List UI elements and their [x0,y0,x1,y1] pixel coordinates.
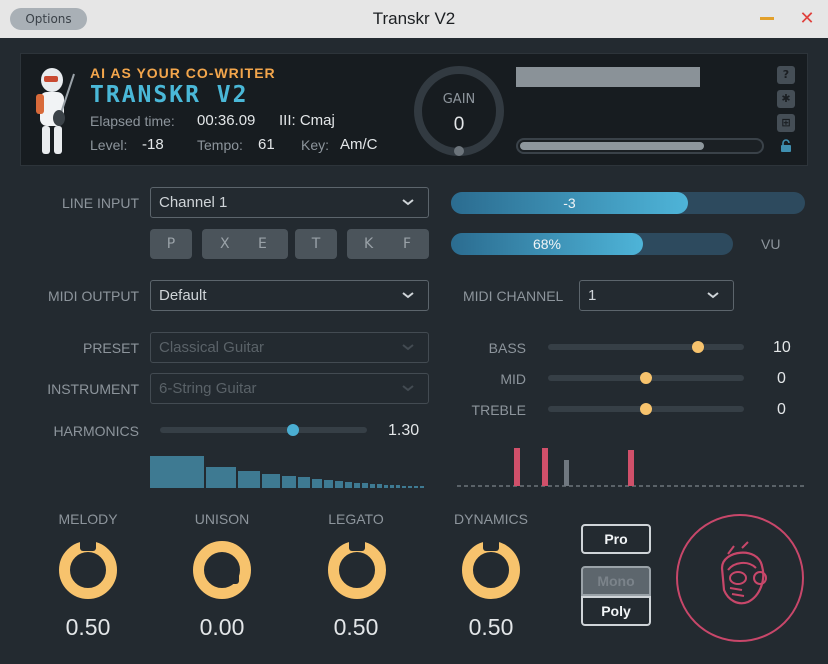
mid-label: MID [500,371,526,387]
legato-knob-notch [349,541,365,551]
note-activity-strip [457,448,805,487]
harmonics-spectrum [150,456,424,488]
unison-value: 0.00 [199,614,245,640]
window-title: Transkr V2 [372,9,456,28]
elapsed-value: 00:36.09 [197,112,256,129]
legato-label: LEGATO [328,511,384,527]
bass-value: 10 [773,339,791,356]
treble-value: 0 [777,401,786,418]
midi-channel-value: 1 [588,287,597,304]
vu-label: VU [761,236,781,252]
meter-top-value: -3 [563,195,576,211]
preset-dropdown[interactable]: Classical Guitar [150,332,429,363]
chevron-down-icon [707,292,719,299]
bass-label: BASS [488,340,526,356]
key-k: K [364,236,374,252]
midi-output-label: MIDI OUTPUT [48,288,139,304]
chevron-down-icon [402,292,414,299]
robot-logo-icon [36,68,75,154]
harmonics-slider[interactable] [160,427,367,433]
unison-label: UNISON [194,511,250,527]
midi-channel-label: MIDI CHANNEL [463,288,564,304]
tempo-value: 61 [258,136,275,153]
midi-output-dropdown[interactable]: Default [150,280,429,311]
help-icon[interactable]: ? [777,66,795,84]
brand-name: TRANSKR V2 [90,82,249,108]
treble-label: TREBLE [471,402,526,418]
line-input-value: Channel 1 [159,194,228,211]
level-label: Level: [90,137,128,153]
instrument-label: INSTRUMENT [47,381,139,397]
display-bar [516,67,700,87]
instrument-value: 6-String Guitar [159,380,257,397]
dynamics-label: DYNAMICS [454,511,528,527]
bass-slider[interactable] [548,344,744,350]
instrument-dropdown[interactable]: 6-String Guitar [150,373,429,404]
tempo-label: Tempo: [197,137,243,153]
tagline: AI AS YOUR CO-WRITER [90,65,276,81]
key-button-t[interactable]: T [295,229,337,259]
bug-icon[interactable]: ✱ [777,90,795,108]
key-f: F [403,236,412,252]
harmonics-label: HARMONICS [53,423,139,439]
chevron-down-icon [402,199,414,206]
gain-indicator [454,146,464,156]
midi-output-value: Default [159,287,207,304]
mono-button[interactable]: Mono [581,566,651,596]
robot-head-icon [720,541,767,605]
pro-button[interactable]: Pro [581,524,651,554]
chevron-down-icon [402,385,414,392]
melody-value: 0.50 [65,614,111,640]
key-label: Key: [301,137,330,153]
progress-fill [520,142,704,150]
poly-button[interactable]: Poly [581,596,651,626]
midi-channel-dropdown[interactable]: 1 [579,280,734,311]
line-input-dropdown[interactable]: Channel 1 [150,187,429,218]
unison-knob-notch [229,570,239,584]
chevron-down-icon [402,344,414,351]
options-button[interactable]: Options [10,8,87,30]
gain-knob[interactable] [414,66,504,156]
key-button-p[interactable]: P [150,229,192,259]
bass-slider-thumb[interactable] [692,341,704,353]
harmonics-value: 1.30 [388,422,420,439]
preset-value: Classical Guitar [159,339,265,356]
line-input-label: LINE INPUT [61,195,139,211]
key-button-kf[interactable]: K F [347,229,429,259]
lock-icon[interactable] [779,139,793,153]
level-value: -18 [142,136,164,153]
unison-knob[interactable] [193,541,251,599]
mid-slider-thumb[interactable] [640,372,652,384]
melody-knob-notch [80,541,96,551]
dynamics-knob-notch [483,541,499,551]
minimize-icon[interactable] [760,17,774,20]
mid-value: 0 [777,370,786,387]
key-value: Am/C [340,136,378,153]
melody-label: MELODY [58,511,118,527]
key-x: X [220,236,230,252]
legato-value: 0.50 [333,614,379,640]
preset-label: PRESET [82,340,139,356]
elapsed-label: Elapsed time: [90,113,175,129]
key-button-xe[interactable]: X E [202,229,288,259]
close-icon[interactable]: ✕ [796,8,818,30]
gain-label: GAIN [442,92,476,107]
vu-meter-value: 68% [532,236,562,252]
cart-icon[interactable]: ⊞ [777,114,795,132]
treble-slider-thumb[interactable] [640,403,652,415]
chord-value: III: Cmaj [279,112,335,129]
harmonics-slider-thumb[interactable] [287,424,299,436]
dynamics-value: 0.50 [468,614,514,640]
gain-value: 0 [453,114,465,135]
key-e: E [258,236,267,252]
